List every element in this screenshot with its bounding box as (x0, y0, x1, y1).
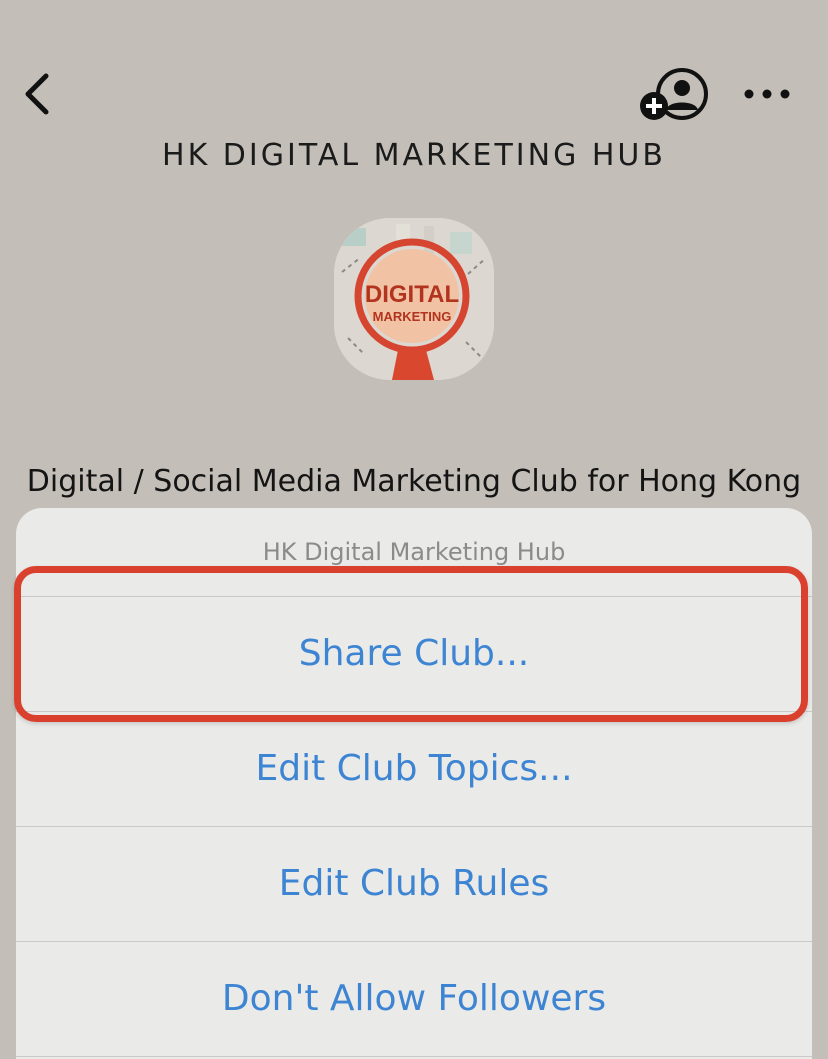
ellipsis-icon (744, 89, 790, 99)
logo-text-marketing: MARKETING (373, 309, 452, 324)
edit-club-topics-option[interactable]: Edit Club Topics... (16, 712, 812, 827)
logo-text-digital: DIGITAL (365, 281, 459, 308)
action-sheet: HK Digital Marketing Hub Share Club... E… (16, 508, 812, 1059)
chevron-left-icon (25, 73, 49, 115)
dont-allow-followers-option[interactable]: Don't Allow Followers (16, 942, 812, 1057)
add-person-icon (640, 68, 708, 120)
share-club-option[interactable]: Share Club... (16, 597, 812, 712)
add-member-button[interactable] (636, 64, 714, 124)
back-button[interactable] (18, 68, 58, 120)
more-button[interactable] (740, 78, 794, 110)
club-page: HK DIGITAL MARKETING HUB DIGITAL MARKETI… (0, 0, 828, 1059)
edit-club-rules-option[interactable]: Edit Club Rules (16, 827, 812, 942)
action-sheet-title: HK Digital Marketing Hub (16, 508, 812, 597)
top-bar (0, 0, 828, 140)
club-description: Digital / Social Media Marketing Club fo… (26, 464, 802, 499)
digital-marketing-logo: DIGITAL MARKETING (334, 218, 494, 380)
club-title: HK DIGITAL MARKETING HUB (162, 138, 666, 173)
club-avatar[interactable]: DIGITAL MARKETING (334, 218, 494, 380)
